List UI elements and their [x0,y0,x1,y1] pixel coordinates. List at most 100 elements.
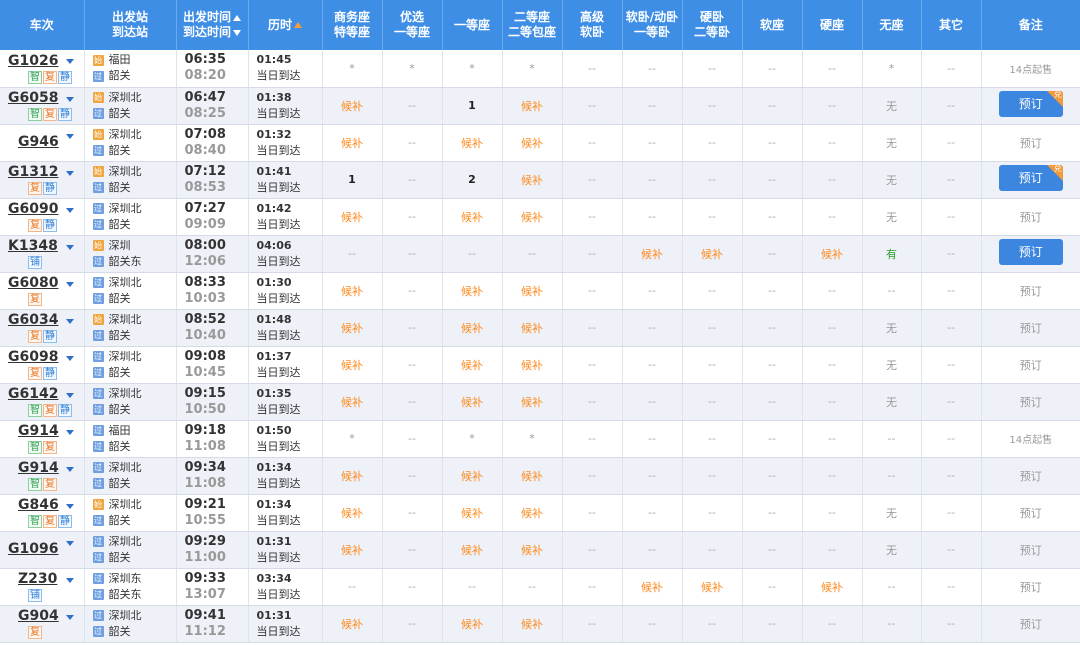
chevron-down-icon[interactable] [66,503,74,509]
seat-business[interactable]: 候补 [322,309,383,347]
chevron-down-icon[interactable] [66,466,74,472]
seat-second[interactable]: 候补 [502,531,563,569]
seat-second[interactable]: 候补 [502,161,563,199]
seat-second[interactable]: 候补 [502,272,563,310]
seat-first[interactable]: 候补 [442,457,503,495]
seat-first[interactable]: 候补 [442,272,503,310]
chevron-down-icon[interactable] [66,392,74,398]
seat-second[interactable]: 候补 [502,87,563,125]
seat-business[interactable]: 候补 [322,87,383,125]
seat-availability[interactable]: 候补 [521,396,543,409]
seat-second[interactable]: 候补 [502,124,563,162]
train-number-link[interactable]: G6080 [8,275,58,291]
seat-first[interactable]: 候补 [442,198,503,236]
seat-business[interactable]: 1 [322,161,383,199]
train-number-link[interactable]: K1348 [8,238,58,254]
seat-availability[interactable]: 候补 [461,285,483,298]
seat-hard[interactable]: 候补 [802,568,863,606]
chevron-down-icon[interactable] [66,577,74,583]
chevron-down-icon[interactable] [66,59,74,64]
train-number-link[interactable]: G914 [18,460,59,476]
seat-business[interactable]: 候补 [322,383,383,421]
seat-business[interactable]: 候补 [322,494,383,532]
train-number-link[interactable]: G1026 [8,53,58,69]
train-number-link[interactable]: G6098 [8,349,58,365]
book-button[interactable]: 预订 兑 [998,91,1063,117]
seat-availability[interactable]: 候补 [521,618,543,631]
seat-business[interactable]: 候补 [322,457,383,495]
seat-first[interactable]: 候补 [442,605,503,643]
seat-availability[interactable]: 候补 [461,507,483,520]
seat-first[interactable]: 候补 [442,124,503,162]
sort-asc-icon[interactable] [294,22,302,28]
seat-soft-sleeper[interactable]: 候补 [622,568,683,606]
seat-business[interactable]: 候补 [322,531,383,569]
train-number-link[interactable]: G1312 [8,164,58,180]
seat-second[interactable]: 候补 [502,605,563,643]
train-number-link[interactable]: G1096 [8,541,58,557]
seat-first[interactable]: 候补 [442,309,503,347]
seat-availability[interactable]: 候补 [521,322,543,335]
chevron-down-icon[interactable] [66,540,74,546]
train-number-link[interactable]: G914 [18,423,59,439]
seat-availability[interactable]: 候补 [341,285,363,298]
seat-availability[interactable]: 候补 [461,618,483,631]
seat-availability[interactable]: 1 [348,173,356,186]
col-times[interactable]: 出发时间 到达时间 [176,0,249,50]
chevron-down-icon[interactable] [66,96,74,102]
seat-second[interactable]: 候补 [502,198,563,236]
train-number-link[interactable]: G946 [18,134,59,150]
seat-availability[interactable]: 候补 [821,581,843,594]
seat-availability[interactable]: 候补 [521,544,543,557]
book-button[interactable]: 预订 兑 [998,165,1063,191]
chevron-down-icon[interactable] [66,133,74,139]
chevron-down-icon[interactable] [66,170,74,176]
seat-availability[interactable]: 候补 [521,137,543,150]
seat-availability[interactable]: 候补 [701,248,723,261]
seat-availability[interactable]: 1 [468,99,476,112]
seat-first[interactable]: 1 [442,87,503,125]
seat-second[interactable]: 候补 [502,309,563,347]
seat-availability[interactable]: 候补 [641,581,663,594]
chevron-down-icon[interactable] [66,355,74,361]
seat-none[interactable]: 有 [862,235,922,273]
seat-soft-sleeper[interactable]: 候补 [622,235,683,273]
seat-availability[interactable]: 候补 [461,470,483,483]
seat-availability[interactable]: 有 [886,248,897,261]
seat-business[interactable]: 候补 [322,272,383,310]
seat-hard-sleeper[interactable]: 候补 [682,568,743,606]
train-number-link[interactable]: G846 [18,497,59,513]
seat-availability[interactable]: 候补 [461,211,483,224]
seat-availability[interactable]: 候补 [821,248,843,261]
chevron-down-icon[interactable] [66,281,74,287]
seat-availability[interactable]: 候补 [521,507,543,520]
train-number-link[interactable]: G6058 [8,90,58,106]
seat-availability[interactable]: 候补 [461,359,483,372]
seat-availability[interactable]: 候补 [341,544,363,557]
seat-first[interactable]: 2 [442,161,503,199]
seat-second[interactable]: 候补 [502,494,563,532]
train-number-link[interactable]: G6090 [8,201,58,217]
seat-business[interactable]: 候补 [322,198,383,236]
seat-first[interactable]: 候补 [442,346,503,384]
chevron-down-icon[interactable] [66,244,74,250]
seat-availability[interactable]: 候补 [521,174,543,187]
train-number-link[interactable]: Z230 [18,571,57,587]
seat-availability[interactable]: 候补 [341,359,363,372]
seat-availability[interactable]: 候补 [341,211,363,224]
seat-availability[interactable]: 候补 [461,137,483,150]
train-number-link[interactable]: G904 [18,608,59,624]
chevron-down-icon[interactable] [66,207,74,213]
seat-second[interactable]: 候补 [502,457,563,495]
seat-hard-sleeper[interactable]: 候补 [682,235,743,273]
seat-availability[interactable]: 候补 [521,100,543,113]
seat-availability[interactable]: 候补 [341,137,363,150]
seat-availability[interactable]: 候补 [521,211,543,224]
seat-availability[interactable]: 候补 [461,544,483,557]
book-button[interactable]: 预订 [998,239,1063,265]
seat-availability[interactable]: 候补 [461,396,483,409]
chevron-down-icon[interactable] [66,614,74,620]
seat-availability[interactable]: 2 [468,173,476,186]
seat-availability[interactable]: 候补 [341,396,363,409]
seat-availability[interactable]: 候补 [341,618,363,631]
